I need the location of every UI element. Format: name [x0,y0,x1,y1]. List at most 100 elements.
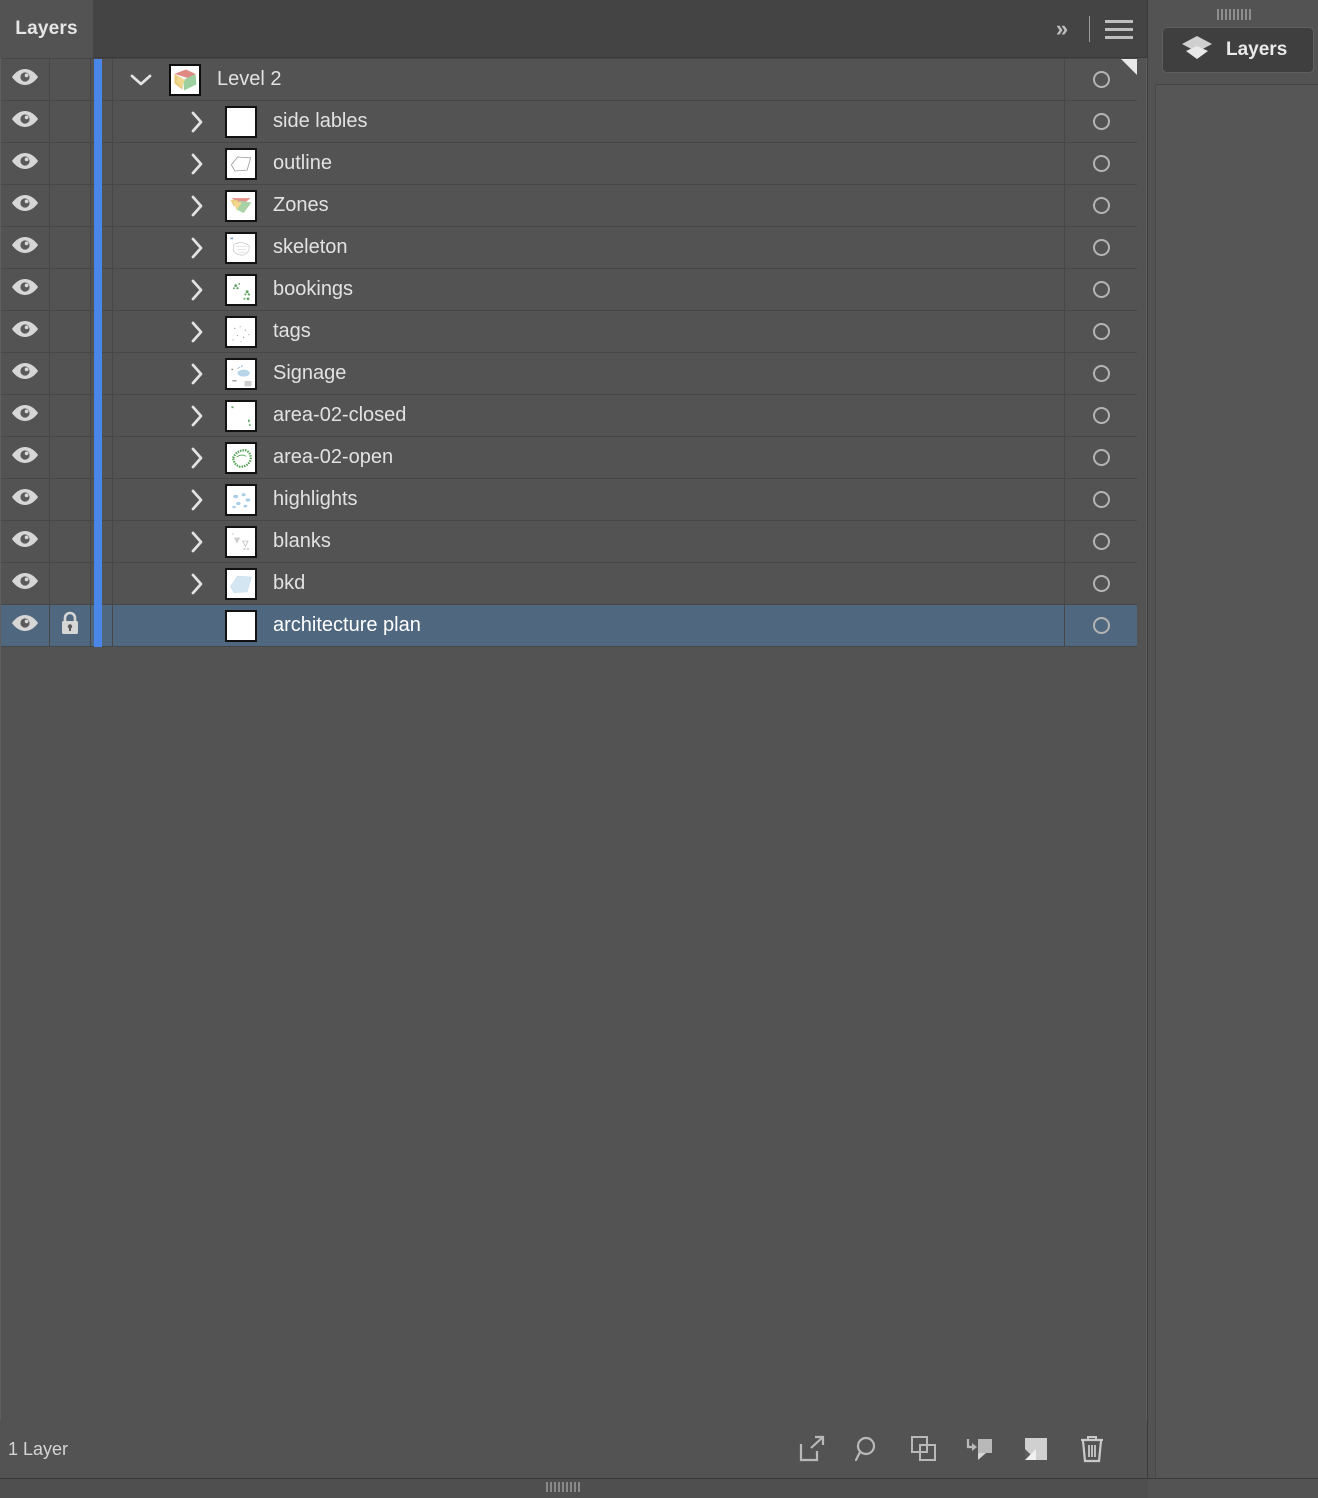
layers-list-scroll[interactable]: Level 2 side lables outline Zones skeleton bo… [0,58,1147,1420]
layer-row-main[interactable]: Zones [113,185,1065,226]
layer-name-label[interactable]: Signage [273,362,346,385]
target-circle-icon[interactable] [1092,155,1110,172]
visibility-toggle-cell[interactable] [1,605,50,646]
target-circle-icon[interactable] [1092,617,1110,634]
target-selection-cell[interactable] [1065,353,1137,394]
chevron-right-icon[interactable] [169,571,225,597]
layer-row[interactable]: Level 2 [1,58,1137,101]
layer-name-label[interactable]: blanks [273,530,331,553]
target-circle-icon[interactable] [1092,533,1110,550]
target-selection-cell[interactable] [1065,395,1137,436]
make-sublayer-icon[interactable] [907,1432,941,1466]
visibility-toggle-cell[interactable] [1,185,50,226]
layer-name-label[interactable]: highlights [273,488,358,511]
target-circle-icon[interactable] [1092,575,1110,592]
target-selection-cell[interactable] [1065,227,1137,268]
layer-row-main[interactable]: side lables [113,101,1065,142]
layer-row[interactable]: area-02-closed [1,394,1137,437]
target-selection-cell[interactable] [1065,143,1137,184]
chevron-right-icon[interactable] [169,193,225,219]
lock-toggle-cell[interactable] [50,605,91,646]
layer-name-label[interactable]: Level 2 [217,68,282,91]
bottom-grip-icon[interactable] [546,1482,580,1492]
layer-row[interactable]: bookings [1,268,1137,311]
lock-toggle-cell[interactable] [50,101,91,142]
lock-toggle-cell[interactable] [50,521,91,562]
layer-row-main[interactable]: highlights [113,479,1065,520]
target-circle-icon[interactable] [1092,71,1110,88]
chevron-right-icon[interactable] [169,361,225,387]
visibility-toggle-cell[interactable] [1,395,50,436]
layer-name-label[interactable]: Zones [273,194,329,217]
visibility-toggle-cell[interactable] [1,563,50,604]
layer-row-main[interactable]: bookings [113,269,1065,310]
dock-grip-handle[interactable] [1148,6,1318,22]
target-selection-cell[interactable] [1065,269,1137,310]
chevron-right-icon[interactable] [169,235,225,261]
create-new-sublayer-icon[interactable] [963,1432,997,1466]
layer-row-main[interactable]: Level 2 [113,59,1065,100]
lock-toggle-cell[interactable] [50,437,91,478]
chevron-right-icon[interactable] [169,487,225,513]
target-selection-cell[interactable] [1065,521,1137,562]
target-selection-cell[interactable] [1065,437,1137,478]
visibility-toggle-cell[interactable] [1,227,50,268]
visibility-toggle-cell[interactable] [1,479,50,520]
lock-toggle-cell[interactable] [50,563,91,604]
chevron-right-icon[interactable] [169,277,225,303]
target-selection-cell[interactable] [1065,563,1137,604]
target-selection-cell[interactable] [1065,479,1137,520]
delete-selection-icon[interactable] [1075,1432,1109,1466]
visibility-toggle-cell[interactable] [1,59,50,100]
layer-name-label[interactable]: area-02-open [273,446,393,469]
target-selection-cell[interactable] [1065,311,1137,352]
layer-row[interactable]: blanks [1,520,1137,563]
layer-row[interactable]: bkd [1,562,1137,605]
visibility-toggle-cell[interactable] [1,101,50,142]
layer-name-label[interactable]: outline [273,152,332,175]
visibility-toggle-cell[interactable] [1,143,50,184]
layer-name-label[interactable]: bkd [273,572,305,595]
chevron-right-icon[interactable] [169,403,225,429]
layer-row-main[interactable]: bkd [113,563,1065,604]
chevron-right-icon[interactable] [169,151,225,177]
chevron-right-icon[interactable] [169,529,225,555]
visibility-toggle-cell[interactable] [1,269,50,310]
tab-layers[interactable]: Layers [0,0,93,58]
target-selection-cell[interactable] [1065,185,1137,226]
lock-toggle-cell[interactable] [50,269,91,310]
layer-name-label[interactable]: side lables [273,110,368,133]
target-circle-icon[interactable] [1092,197,1110,214]
layer-row[interactable]: highlights [1,478,1137,521]
locate-object-icon[interactable] [851,1432,885,1466]
layer-name-label[interactable]: architecture plan [273,614,421,637]
layer-row[interactable]: architecture plan [1,604,1137,647]
layer-row[interactable]: tags [1,310,1137,353]
layer-row-main[interactable]: skeleton [113,227,1065,268]
dock-button-layers[interactable]: Layers [1162,27,1314,73]
lock-toggle-cell[interactable] [50,143,91,184]
lock-toggle-cell[interactable] [50,353,91,394]
lock-toggle-cell[interactable] [50,227,91,268]
double-chevron-right-icon[interactable]: » [1041,0,1081,58]
lock-toggle-cell[interactable] [50,479,91,520]
lock-toggle-cell[interactable] [50,185,91,226]
visibility-toggle-cell[interactable] [1,521,50,562]
lock-toggle-cell[interactable] [50,59,91,100]
layer-row[interactable]: skeleton [1,226,1137,269]
layer-row[interactable]: Zones [1,184,1137,227]
layer-row-main[interactable]: tags [113,311,1065,352]
hamburger-menu-icon[interactable] [1104,0,1134,58]
chevron-right-icon[interactable] [169,109,225,135]
target-circle-icon[interactable] [1092,491,1110,508]
layer-name-label[interactable]: bookings [273,278,353,301]
layer-row-main[interactable]: area-02-open [113,437,1065,478]
visibility-toggle-cell[interactable] [1,311,50,352]
layer-row[interactable]: side lables [1,100,1137,143]
lock-toggle-cell[interactable] [50,311,91,352]
visibility-toggle-cell[interactable] [1,437,50,478]
target-circle-icon[interactable] [1092,113,1110,130]
create-new-layer-icon[interactable] [1019,1432,1053,1466]
layer-row-main[interactable]: outline [113,143,1065,184]
target-circle-icon[interactable] [1092,449,1110,466]
